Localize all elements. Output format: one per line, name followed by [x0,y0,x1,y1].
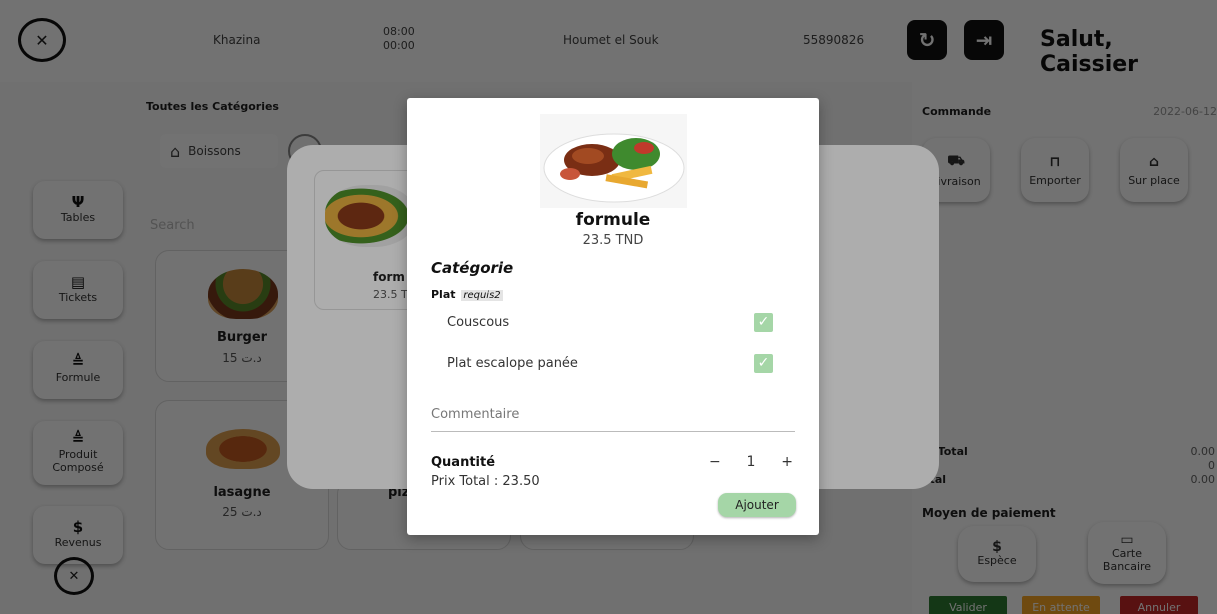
add-button[interactable]: Ajouter [718,493,796,517]
group-name: Plat [431,288,456,301]
option-label: Couscous [447,314,510,330]
quantity-value: 1 [746,454,756,470]
option-couscous[interactable]: Couscous ✓ [447,311,773,333]
modal-title: formule [575,210,651,230]
group-label: Plat requis2 [431,288,503,301]
total-price: Prix Total : 23.50 [431,474,540,489]
increment-button[interactable]: + [781,454,793,470]
formule-image [540,114,687,208]
required-badge: requis2 [461,290,503,301]
modal-price: 23.5 TND [582,233,644,248]
quantity-stepper: − 1 + [709,454,793,470]
option-checkbox[interactable]: ✓ [754,312,773,332]
option-label: Plat escalope panée [447,355,578,371]
comment-field[interactable] [431,398,795,432]
decrement-button[interactable]: − [709,454,721,470]
quantity-label: Quantité [431,455,496,470]
option-checkbox[interactable]: ✓ [754,353,773,373]
option-escalope[interactable]: Plat escalope panée ✓ [447,352,773,374]
category-heading: Catégorie [431,259,514,277]
formule-modal: formule 23.5 TND Catégorie Plat requis2 … [407,98,819,535]
